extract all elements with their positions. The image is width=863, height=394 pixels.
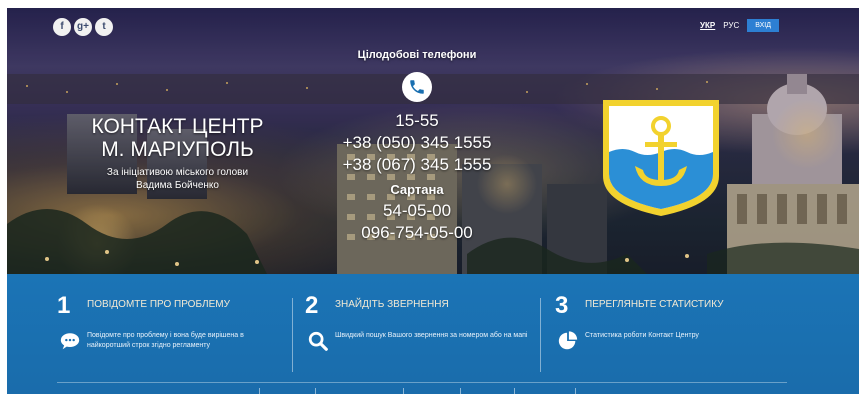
footer-nav-separator xyxy=(259,388,260,394)
phone-block: Цілодобові телефони 15-55 +38 (050) 345 … xyxy=(317,48,517,244)
site-title: КОНТАКТ ЦЕНТР М. МАРІУПОЛЬ За ініціативо… xyxy=(85,116,270,192)
screenshot-frame: f g+ t УКР РУС ВХІД КОНТАКТ ЦЕНТР М. МАР… xyxy=(0,0,863,394)
step-number: 3 xyxy=(555,292,569,319)
footer-nav-separator xyxy=(575,388,576,394)
step-heading[interactable]: ПЕРЕГЛЯНЬТЕ СТАТИСТИКУ xyxy=(585,299,724,310)
language-switcher: УКР РУС ВХІД xyxy=(700,19,779,32)
phone-number[interactable]: +38 (050) 345 1555 xyxy=(317,132,517,154)
step-divider xyxy=(292,298,293,372)
title-line-2: М. МАРІУПОЛЬ xyxy=(101,138,254,161)
social-links: f g+ t xyxy=(53,18,113,36)
title-line-1: КОНТАКТ ЦЕНТР xyxy=(91,115,264,138)
hero-banner: f g+ t УКР РУС ВХІД КОНТАКТ ЦЕНТР М. МАР… xyxy=(7,8,859,274)
phone-icon xyxy=(402,72,432,102)
lang-rus-link[interactable]: РУС xyxy=(723,21,739,30)
pie-chart-icon xyxy=(558,331,578,350)
footer-nav-separator xyxy=(460,388,461,394)
google-plus-icon[interactable]: g+ xyxy=(74,18,92,36)
footer-nav-separator xyxy=(514,388,515,394)
step-description: Швидкий пошук Вашого звернення за номеро… xyxy=(335,332,528,339)
title-subtitle-2: Вадима Бойченко xyxy=(136,180,219,191)
step-heading[interactable]: ПОВІДОМТЕ ПРО ПРОБЛЕМУ xyxy=(87,299,230,310)
twitter-icon[interactable]: t xyxy=(95,18,113,36)
chat-icon xyxy=(60,333,80,350)
search-icon xyxy=(308,331,328,351)
phone-number[interactable]: +38 (067) 345 1555 xyxy=(317,154,517,176)
footer-nav xyxy=(177,388,697,394)
sartana-label: Сартана xyxy=(390,182,444,197)
step-divider xyxy=(540,298,541,372)
contact-center-page: f g+ t УКР РУС ВХІД КОНТАКТ ЦЕНТР М. МАР… xyxy=(7,8,859,394)
step-description: Статистика роботи Контакт Центру xyxy=(585,332,699,339)
footer-nav-separator xyxy=(315,388,316,394)
mariupol-coat-of-arms-icon xyxy=(603,100,719,216)
login-button[interactable]: ВХІД xyxy=(747,19,779,32)
phones-header: Цілодобові телефони xyxy=(357,49,477,61)
step-number: 1 xyxy=(57,292,71,319)
title-subtitle-1: За ініціативою міського голови xyxy=(106,167,249,178)
step-heading[interactable]: ЗНАЙДІТЬ ЗВЕРНЕННЯ xyxy=(335,299,449,310)
facebook-icon[interactable]: f xyxy=(53,18,71,36)
sartana-phone-number[interactable]: 54-05-00 xyxy=(317,200,517,222)
footer-nav-separator xyxy=(403,388,404,394)
phone-number[interactable]: 15-55 xyxy=(317,110,517,132)
sartana-phone-number[interactable]: 096-754-05-00 xyxy=(317,222,517,244)
step-number: 2 xyxy=(305,292,319,319)
step-description: Повідомте про проблему і вона буде виріш… xyxy=(87,332,244,349)
footer-divider xyxy=(57,382,787,383)
steps-section: 1 ПОВІДОМТЕ ПРО ПРОБЛЕМУ Повідомте про п… xyxy=(7,274,859,394)
lang-ukr-link[interactable]: УКР xyxy=(700,21,715,30)
